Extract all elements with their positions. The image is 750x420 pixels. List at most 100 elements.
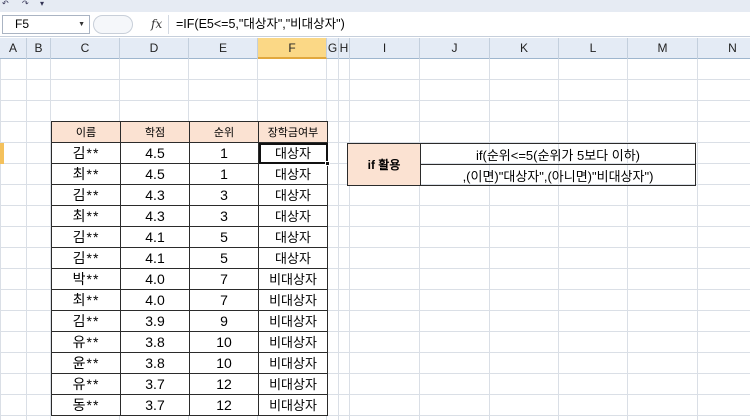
cell-rank[interactable]: 3 — [189, 184, 259, 206]
cell-status[interactable]: 대상자 — [258, 247, 328, 269]
column-header-b[interactable]: B — [27, 38, 51, 59]
cell-rank[interactable]: 5 — [189, 247, 259, 269]
cell-rank[interactable]: 10 — [189, 352, 259, 374]
cell-grade[interactable]: 3.7 — [120, 373, 190, 395]
grid-column-line — [338, 59, 339, 420]
formula-bar-controls[interactable] — [93, 15, 133, 34]
table-row: 윤** 3.8 10 비대상자 — [51, 352, 328, 374]
active-row-indicator — [0, 143, 4, 164]
cell-name[interactable]: 유** — [51, 373, 121, 395]
table-row: 최** 4.5 1 대상자 — [51, 163, 328, 185]
if-usage-line-1[interactable]: if(순위<=5(순위가 5보다 이하) — [420, 143, 696, 165]
cell-grade[interactable]: 4.5 — [120, 163, 190, 185]
if-usage-label[interactable]: if 활용 — [347, 143, 421, 186]
grid-column-line — [349, 59, 350, 420]
cell-name[interactable]: 유** — [51, 331, 121, 353]
cell-rank[interactable]: 1 — [189, 163, 259, 185]
cell-rank[interactable]: 3 — [189, 205, 259, 227]
cell-grade[interactable]: 3.8 — [120, 352, 190, 374]
if-usage-line-2[interactable]: ,(이면)"대상자",(아니면)"비대상자") — [420, 164, 696, 186]
cell-grade[interactable]: 4.3 — [120, 184, 190, 206]
cell-status[interactable]: 대상자 — [258, 142, 328, 164]
cell-rank[interactable]: 9 — [189, 310, 259, 332]
column-header-j[interactable]: J — [420, 38, 490, 59]
formula-input[interactable]: =IF(E5<=5,"대상자","비대상자") — [176, 15, 345, 33]
column-headers: ABCDEFGHIJKLMN — [0, 38, 750, 59]
cell-name[interactable]: 윤** — [51, 352, 121, 374]
column-header-m[interactable]: M — [628, 38, 698, 59]
column-header-n[interactable]: N — [698, 38, 750, 59]
cell-rank[interactable]: 7 — [189, 268, 259, 290]
chevron-down-icon[interactable]: ▼ — [78, 16, 85, 33]
cell-rank[interactable]: 12 — [189, 394, 259, 416]
cell-rank[interactable]: 12 — [189, 373, 259, 395]
cell-status[interactable]: 비대상자 — [258, 268, 328, 290]
cell-name[interactable]: 김** — [51, 142, 121, 164]
cell-grade[interactable]: 4.0 — [120, 289, 190, 311]
header-name[interactable]: 이름 — [51, 121, 121, 143]
cell-grade[interactable]: 3.9 — [120, 310, 190, 332]
table-row: 김** 4.5 1 대상자 — [51, 142, 328, 164]
cell-rank[interactable]: 1 — [189, 142, 259, 164]
table-row: 최** 4.0 7 비대상자 — [51, 289, 328, 311]
table-row: 김** 4.1 5 대상자 — [51, 247, 328, 269]
cell-status[interactable]: 대상자 — [258, 226, 328, 248]
column-header-d[interactable]: D — [120, 38, 189, 59]
cell-grade[interactable]: 4.1 — [120, 226, 190, 248]
grid-column-line — [697, 59, 698, 420]
table-row: 동** 3.7 12 비대상자 — [51, 394, 328, 416]
cell-grade[interactable]: 4.0 — [120, 268, 190, 290]
column-header-c[interactable]: C — [51, 38, 120, 59]
column-header-i[interactable]: I — [350, 38, 420, 59]
cell-name[interactable]: 동** — [51, 394, 121, 416]
undo-icon[interactable]: ↶ — [2, 0, 9, 8]
column-header-h[interactable]: H — [339, 38, 350, 59]
header-scholarship[interactable]: 장학금여부 — [258, 121, 328, 143]
cell-name[interactable]: 김** — [51, 310, 121, 332]
column-header-e[interactable]: E — [189, 38, 258, 59]
cell-name[interactable]: 박** — [51, 268, 121, 290]
name-box-value: F5 — [15, 17, 30, 31]
cell-status[interactable]: 비대상자 — [258, 394, 328, 416]
table-row: 김** 4.3 3 대상자 — [51, 184, 328, 206]
header-grade[interactable]: 학점 — [120, 121, 190, 143]
redo-icon[interactable]: ↷ — [22, 0, 29, 8]
grid-column-line — [558, 59, 559, 420]
cell-rank[interactable]: 5 — [189, 226, 259, 248]
table-row: 김** 4.1 5 대상자 — [51, 226, 328, 248]
customize-toolbar-icon[interactable]: ▾ — [40, 0, 44, 8]
cell-status[interactable]: 대상자 — [258, 184, 328, 206]
grid-column-line — [26, 59, 27, 420]
cell-status[interactable]: 비대상자 — [258, 310, 328, 332]
cell-status[interactable]: 비대상자 — [258, 373, 328, 395]
cell-status[interactable]: 비대상자 — [258, 289, 328, 311]
cell-name[interactable]: 김** — [51, 184, 121, 206]
table-row: 김** 3.9 9 비대상자 — [51, 310, 328, 332]
grid-column-line — [489, 59, 490, 420]
column-header-k[interactable]: K — [490, 38, 559, 59]
insert-function-icon[interactable]: fx — [151, 16, 162, 33]
name-box[interactable]: F5 ▼ — [2, 15, 90, 34]
cell-grade[interactable]: 4.3 — [120, 205, 190, 227]
column-header-a[interactable]: A — [0, 38, 27, 59]
fill-handle[interactable] — [325, 161, 330, 166]
column-header-f[interactable]: F — [258, 38, 327, 59]
cell-rank[interactable]: 10 — [189, 331, 259, 353]
cell-name[interactable]: 김** — [51, 247, 121, 269]
cell-status[interactable]: 대상자 — [258, 163, 328, 185]
column-header-l[interactable]: L — [559, 38, 628, 59]
header-rank[interactable]: 순위 — [189, 121, 259, 143]
cell-name[interactable]: 최** — [51, 163, 121, 185]
cell-name[interactable]: 김** — [51, 226, 121, 248]
cell-rank[interactable]: 7 — [189, 289, 259, 311]
cell-name[interactable]: 최** — [51, 289, 121, 311]
cell-status[interactable]: 대상자 — [258, 205, 328, 227]
cell-status[interactable]: 비대상자 — [258, 331, 328, 353]
cell-status[interactable]: 비대상자 — [258, 352, 328, 374]
cell-grade[interactable]: 4.5 — [120, 142, 190, 164]
column-header-g[interactable]: G — [327, 38, 339, 59]
cell-grade[interactable]: 3.7 — [120, 394, 190, 416]
cell-name[interactable]: 최** — [51, 205, 121, 227]
cell-grade[interactable]: 3.8 — [120, 331, 190, 353]
cell-grade[interactable]: 4.1 — [120, 247, 190, 269]
